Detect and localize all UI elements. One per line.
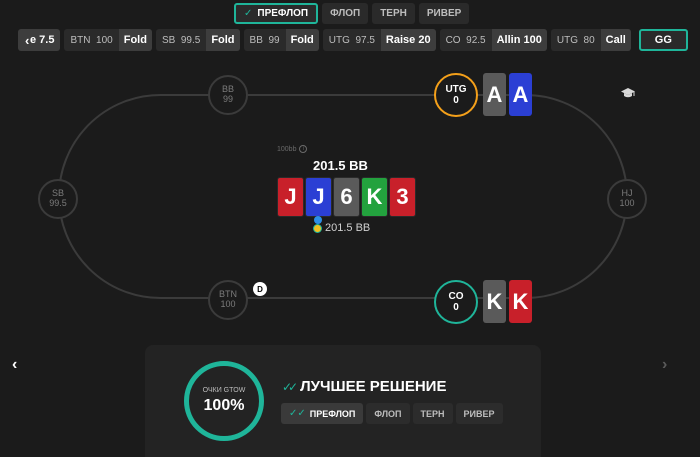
- utg-hole-cards: A A: [483, 73, 532, 116]
- board-card: 6: [333, 177, 360, 217]
- seat-stack: 100: [220, 299, 236, 309]
- action-history-bar: e 7.5 ‹ BTN 100 Fold SB 99.5 Fold BB 99 …: [18, 29, 688, 51]
- seat-sb: SB 99.5: [38, 179, 78, 219]
- result-tab-preflop[interactable]: ✓✓ ПРЕФЛОП: [281, 403, 364, 424]
- tab-label: ФЛОП: [330, 8, 361, 19]
- score-value: 100%: [203, 397, 245, 414]
- tab-turn[interactable]: ТЕРН: [372, 3, 415, 24]
- tab-label: ТЕРН: [420, 408, 445, 419]
- seat-stack: 99.5: [49, 198, 67, 208]
- action-label: Fold: [206, 29, 240, 51]
- double-check-icon: ✓✓: [289, 408, 306, 419]
- action-label: Raise 20: [380, 29, 436, 51]
- action-pos: UTG 80: [556, 34, 595, 46]
- seat-pos: UTG: [445, 84, 467, 95]
- seat-hj: HJ 100: [607, 179, 647, 219]
- seat-bb: BB 99: [208, 75, 248, 115]
- board-cards: J J 6 K 3: [277, 177, 416, 217]
- hole-card: K: [509, 280, 532, 323]
- action-item-utg-call[interactable]: UTG 80 Call: [550, 29, 631, 51]
- result-tab-river[interactable]: РИВЕР: [455, 403, 503, 424]
- info-icon[interactable]: i: [299, 145, 308, 153]
- seat-utg: UTG 0: [434, 73, 478, 117]
- action-item-btn[interactable]: BTN 100 Fold: [64, 29, 152, 51]
- seat-stack: 0: [453, 302, 459, 313]
- result-tab-turn[interactable]: ТЕРН: [412, 403, 453, 424]
- co-hole-cards: K K: [483, 280, 532, 323]
- seat-co: CO 0: [434, 280, 478, 324]
- board-card: K: [361, 177, 388, 217]
- tab-label: РИВЕР: [426, 8, 462, 19]
- pot-chips: 201.5 BB: [313, 222, 370, 234]
- result-gg[interactable]: GG: [638, 29, 688, 51]
- chip-icon: [313, 223, 322, 233]
- action-item-bb[interactable]: BB 99 Fold: [243, 29, 319, 51]
- seat-btn: BTN 100: [208, 280, 248, 320]
- check-icon: ✓: [244, 8, 253, 19]
- tab-preflop[interactable]: ✓ ПРЕФЛОП: [234, 3, 319, 24]
- tab-label: ПРЕФЛОП: [257, 8, 309, 19]
- action-label: Fold: [285, 29, 319, 51]
- action-pos: CO 92.5: [445, 34, 486, 46]
- double-check-icon: ✓✓: [282, 379, 298, 394]
- chevron-left-icon[interactable]: ‹: [25, 33, 29, 48]
- hole-card: A: [483, 73, 506, 116]
- dealer-button: D: [253, 282, 267, 296]
- action-pos: SB 99.5: [161, 34, 201, 46]
- action-label: Fold: [118, 29, 152, 51]
- action-item-first[interactable]: e 7.5 ‹: [18, 29, 61, 51]
- action-label: Call: [600, 29, 631, 51]
- board-card: 3: [389, 177, 416, 217]
- tab-label: ТЕРН: [380, 8, 407, 19]
- tab-label: ПРЕФЛОП: [309, 408, 356, 419]
- action-item-sb[interactable]: SB 99.5 Fold: [155, 29, 240, 51]
- tab-river[interactable]: РИВЕР: [418, 3, 470, 24]
- seat-pos: CO: [448, 291, 464, 302]
- seat-stack: 0: [453, 95, 459, 106]
- tab-flop[interactable]: ФЛОП: [322, 3, 369, 24]
- street-tabs: ✓ ПРЕФЛОП ФЛОП ТЕРН РИВЕР: [234, 3, 470, 24]
- action-pos: BTN 100: [70, 34, 113, 46]
- action-pos: UTG 97.5: [328, 34, 375, 46]
- result-tab-flop[interactable]: ФЛОП: [366, 403, 410, 424]
- tab-label: РИВЕР: [463, 408, 495, 419]
- action-item-co[interactable]: CO 92.5 Allin 100: [439, 29, 547, 51]
- result-street-tabs: ✓✓ ПРЕФЛОП ФЛОП ТЕРН РИВЕР: [281, 403, 503, 424]
- action-item-utg[interactable]: UTG 97.5 Raise 20: [322, 29, 436, 51]
- seat-stack: 100: [619, 198, 635, 208]
- tab-label: ФЛОП: [374, 408, 402, 419]
- score-ring: ОЧКИ GTOW 100%: [184, 361, 264, 441]
- action-label: Allin 100: [491, 29, 547, 51]
- chevron-left-icon[interactable]: ‹: [12, 356, 17, 374]
- action-pos: BB 99: [249, 34, 280, 46]
- stack-depth-label: 100bb i: [277, 145, 308, 153]
- hole-card: K: [483, 280, 506, 323]
- best-decision-row: ✓✓ ЛУЧШЕЕ РЕШЕНИЕ: [282, 378, 446, 395]
- board-card: J: [277, 177, 304, 217]
- pot-size: 201.5 BB: [313, 158, 368, 173]
- chevron-right-icon[interactable]: ›: [662, 356, 667, 374]
- best-decision-label: ЛУЧШЕЕ РЕШЕНИЕ: [300, 378, 447, 395]
- hole-card: A: [509, 73, 532, 116]
- score-label: ОЧКИ GTOW: [202, 387, 246, 394]
- board-card: J: [305, 177, 332, 217]
- seat-stack: 99: [222, 94, 233, 104]
- pot-chips-value: 201.5 BB: [325, 222, 371, 234]
- graduation-cap-icon[interactable]: [620, 86, 636, 100]
